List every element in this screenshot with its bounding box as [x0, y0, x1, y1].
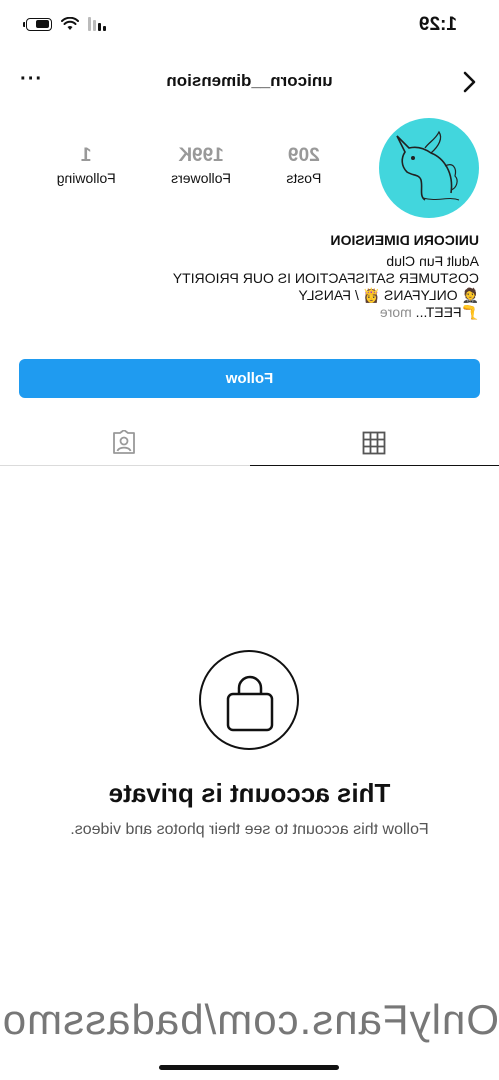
profile-tabs — [0, 420, 499, 466]
tagged-icon — [113, 430, 136, 454]
private-subtitle: Follow this account to see their photos … — [70, 821, 429, 838]
bio-line: Adult Fun Club — [386, 253, 479, 269]
watermark: OnlyFans.com/badassmom — [0, 996, 499, 1043]
bio-more-link[interactable]: more — [380, 304, 412, 320]
unicorn-logo-icon — [396, 130, 460, 201]
avatar[interactable] — [379, 118, 479, 218]
status-time: 1:29 — [418, 14, 457, 35]
more-options-button[interactable]: ··· — [18, 68, 41, 91]
followers-count: 199K — [178, 145, 224, 166]
grid-icon — [363, 431, 386, 454]
profile-username: unicorn__dimension — [166, 71, 333, 90]
posts-stat[interactable]: 209 Posts — [286, 145, 321, 186]
bio-feet-text: 🦵FEET... — [411, 304, 479, 320]
follow-button[interactable]: Follow — [19, 359, 480, 398]
profile-stats: 209 Posts 199K Followers 1 Following — [29, 145, 349, 186]
followers-label: Followers — [171, 170, 232, 186]
followers-stat[interactable]: 199K Followers — [171, 145, 231, 186]
private-account-notice: This account is private Follow this acco… — [0, 650, 499, 839]
profile-bio: UNICORN DIMENSION Adult Fun Club COSTUME… — [19, 232, 479, 321]
signal-icon — [88, 17, 106, 31]
following-stat[interactable]: 1 Following — [57, 145, 116, 186]
posts-label: Posts — [286, 170, 322, 186]
bio-line-more[interactable]: 🦵FEET... more — [19, 304, 479, 321]
posts-count: 209 — [287, 145, 320, 166]
status-icons — [26, 17, 106, 31]
bio-line: COSTUMER SATISFACTION IS OUR PRIORITY — [172, 270, 479, 286]
wifi-icon — [61, 17, 79, 30]
private-title: This account is private — [108, 778, 391, 808]
display-name: UNICORN DIMENSION — [330, 232, 479, 248]
battery-icon — [26, 17, 52, 31]
status-bar: 1:29 — [0, 0, 499, 56]
lock-icon — [199, 650, 300, 750]
profile-screen: 1:29 unicorn__dimension ··· 209 Posts 19… — [0, 0, 499, 1080]
following-label: Following — [56, 170, 116, 186]
bio-line: 🤵 ONLYFANS 👸 / FANSLY — [298, 287, 479, 303]
home-indicator[interactable] — [159, 1065, 340, 1070]
following-count: 1 — [80, 145, 92, 166]
tab-grid[interactable] — [250, 420, 499, 466]
top-nav: unicorn__dimension ··· — [0, 60, 499, 104]
tab-tagged[interactable] — [0, 420, 249, 466]
